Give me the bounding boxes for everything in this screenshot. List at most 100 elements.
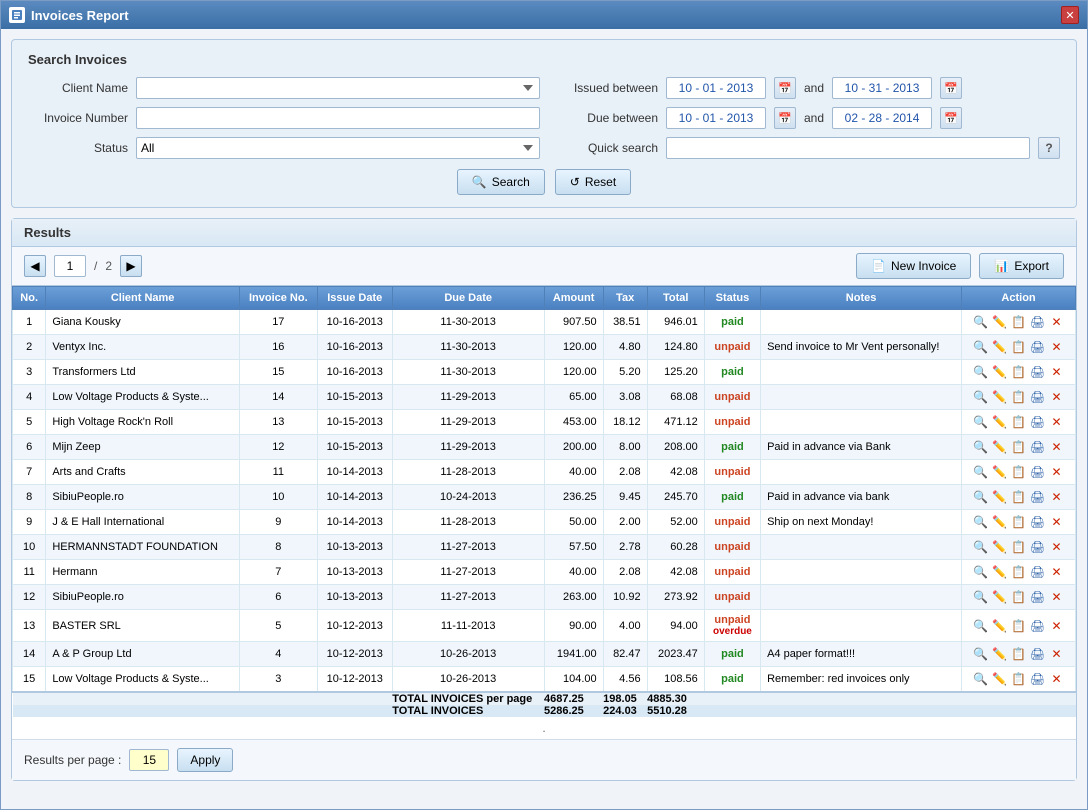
prev-page-button[interactable]: ◀ [24, 255, 46, 277]
edit-icon[interactable]: ✏️ [992, 364, 1008, 380]
copy-icon[interactable]: 📋 [1011, 564, 1027, 580]
view-icon[interactable]: 🔍 [973, 364, 989, 380]
print-icon[interactable]: 🖨 [1030, 589, 1046, 605]
copy-icon[interactable]: 📋 [1011, 646, 1027, 662]
print-icon[interactable]: 🖨 [1030, 618, 1046, 634]
col-due-date: Due Date [392, 287, 544, 310]
view-icon[interactable]: 🔍 [973, 618, 989, 634]
print-icon[interactable]: 🖨 [1030, 489, 1046, 505]
edit-icon[interactable]: ✏️ [992, 389, 1008, 405]
print-icon[interactable]: 🖨 [1030, 389, 1046, 405]
print-icon[interactable]: 🖨 [1030, 539, 1046, 555]
edit-icon[interactable]: ✏️ [992, 414, 1008, 430]
search-icon: 🔍 [472, 175, 487, 189]
issued-to-calendar-button[interactable]: 📅 [940, 77, 962, 99]
copy-icon[interactable]: 📋 [1011, 514, 1027, 530]
view-icon[interactable]: 🔍 [973, 489, 989, 505]
delete-icon[interactable]: ✕ [1049, 564, 1065, 580]
edit-icon[interactable]: ✏️ [992, 589, 1008, 605]
close-button[interactable]: ✕ [1061, 6, 1079, 24]
copy-icon[interactable]: 📋 [1011, 414, 1027, 430]
view-icon[interactable]: 🔍 [973, 646, 989, 662]
delete-icon[interactable]: ✕ [1049, 514, 1065, 530]
copy-icon[interactable]: 📋 [1011, 589, 1027, 605]
view-icon[interactable]: 🔍 [973, 389, 989, 405]
copy-icon[interactable]: 📋 [1011, 389, 1027, 405]
view-icon[interactable]: 🔍 [973, 514, 989, 530]
due-to-input[interactable] [832, 107, 932, 129]
edit-icon[interactable]: ✏️ [992, 618, 1008, 634]
search-button[interactable]: 🔍 Search [457, 169, 545, 195]
edit-icon[interactable]: ✏️ [992, 314, 1008, 330]
edit-icon[interactable]: ✏️ [992, 646, 1008, 662]
copy-icon[interactable]: 📋 [1011, 339, 1027, 355]
client-name-select[interactable] [136, 77, 540, 99]
quick-search-input[interactable] [666, 137, 1030, 159]
print-icon[interactable]: 🖨 [1030, 339, 1046, 355]
delete-icon[interactable]: ✕ [1049, 314, 1065, 330]
due-from-calendar-button[interactable]: 📅 [774, 107, 796, 129]
delete-icon[interactable]: ✕ [1049, 489, 1065, 505]
copy-icon[interactable]: 📋 [1011, 671, 1027, 687]
reset-button[interactable]: ↺ Reset [555, 169, 631, 195]
copy-icon[interactable]: 📋 [1011, 364, 1027, 380]
apply-button[interactable]: Apply [177, 748, 233, 772]
results-per-page-input[interactable] [129, 749, 169, 771]
view-icon[interactable]: 🔍 [973, 439, 989, 455]
delete-icon[interactable]: ✕ [1049, 364, 1065, 380]
copy-icon[interactable]: 📋 [1011, 464, 1027, 480]
edit-icon[interactable]: ✏️ [992, 339, 1008, 355]
view-icon[interactable]: 🔍 [973, 339, 989, 355]
view-icon[interactable]: 🔍 [973, 671, 989, 687]
print-icon[interactable]: 🖨 [1030, 439, 1046, 455]
edit-icon[interactable]: ✏️ [992, 671, 1008, 687]
delete-icon[interactable]: ✕ [1049, 439, 1065, 455]
due-to-calendar-button[interactable]: 📅 [940, 107, 962, 129]
edit-icon[interactable]: ✏️ [992, 464, 1008, 480]
view-icon[interactable]: 🔍 [973, 464, 989, 480]
delete-icon[interactable]: ✕ [1049, 671, 1065, 687]
delete-icon[interactable]: ✕ [1049, 618, 1065, 634]
due-from-input[interactable] [666, 107, 766, 129]
issued-to-input[interactable] [832, 77, 932, 99]
print-icon[interactable]: 🖨 [1030, 514, 1046, 530]
status-select[interactable]: All Paid Unpaid Overdue [136, 137, 540, 159]
delete-icon[interactable]: ✕ [1049, 389, 1065, 405]
copy-icon[interactable]: 📋 [1011, 618, 1027, 634]
edit-icon[interactable]: ✏️ [992, 489, 1008, 505]
copy-icon[interactable]: 📋 [1011, 489, 1027, 505]
delete-icon[interactable]: ✕ [1049, 539, 1065, 555]
copy-icon[interactable]: 📋 [1011, 439, 1027, 455]
view-icon[interactable]: 🔍 [973, 314, 989, 330]
delete-icon[interactable]: ✕ [1049, 589, 1065, 605]
print-icon[interactable]: 🖨 [1030, 564, 1046, 580]
edit-icon[interactable]: ✏️ [992, 514, 1008, 530]
edit-icon[interactable]: ✏️ [992, 564, 1008, 580]
copy-icon[interactable]: 📋 [1011, 539, 1027, 555]
copy-icon[interactable]: 📋 [1011, 314, 1027, 330]
print-icon[interactable]: 🖨 [1030, 364, 1046, 380]
view-icon[interactable]: 🔍 [973, 539, 989, 555]
view-icon[interactable]: 🔍 [973, 564, 989, 580]
invoice-number-input[interactable] [136, 107, 540, 129]
print-icon[interactable]: 🖨 [1030, 671, 1046, 687]
issued-from-input[interactable] [666, 77, 766, 99]
delete-icon[interactable]: ✕ [1049, 339, 1065, 355]
quick-search-help-button[interactable]: ? [1038, 137, 1060, 159]
view-icon[interactable]: 🔍 [973, 589, 989, 605]
export-button[interactable]: 📊 Export [979, 253, 1064, 279]
delete-icon[interactable]: ✕ [1049, 464, 1065, 480]
new-invoice-button[interactable]: 📄 New Invoice [856, 253, 971, 279]
delete-icon[interactable]: ✕ [1049, 646, 1065, 662]
print-icon[interactable]: 🖨 [1030, 414, 1046, 430]
print-icon[interactable]: 🖨 [1030, 314, 1046, 330]
edit-icon[interactable]: ✏️ [992, 439, 1008, 455]
view-icon[interactable]: 🔍 [973, 414, 989, 430]
next-page-button[interactable]: ▶ [120, 255, 142, 277]
delete-icon[interactable]: ✕ [1049, 414, 1065, 430]
print-icon[interactable]: 🖨 [1030, 464, 1046, 480]
page-current-input[interactable] [54, 255, 86, 277]
issued-from-calendar-button[interactable]: 📅 [774, 77, 796, 99]
print-icon[interactable]: 🖨 [1030, 646, 1046, 662]
edit-icon[interactable]: ✏️ [992, 539, 1008, 555]
